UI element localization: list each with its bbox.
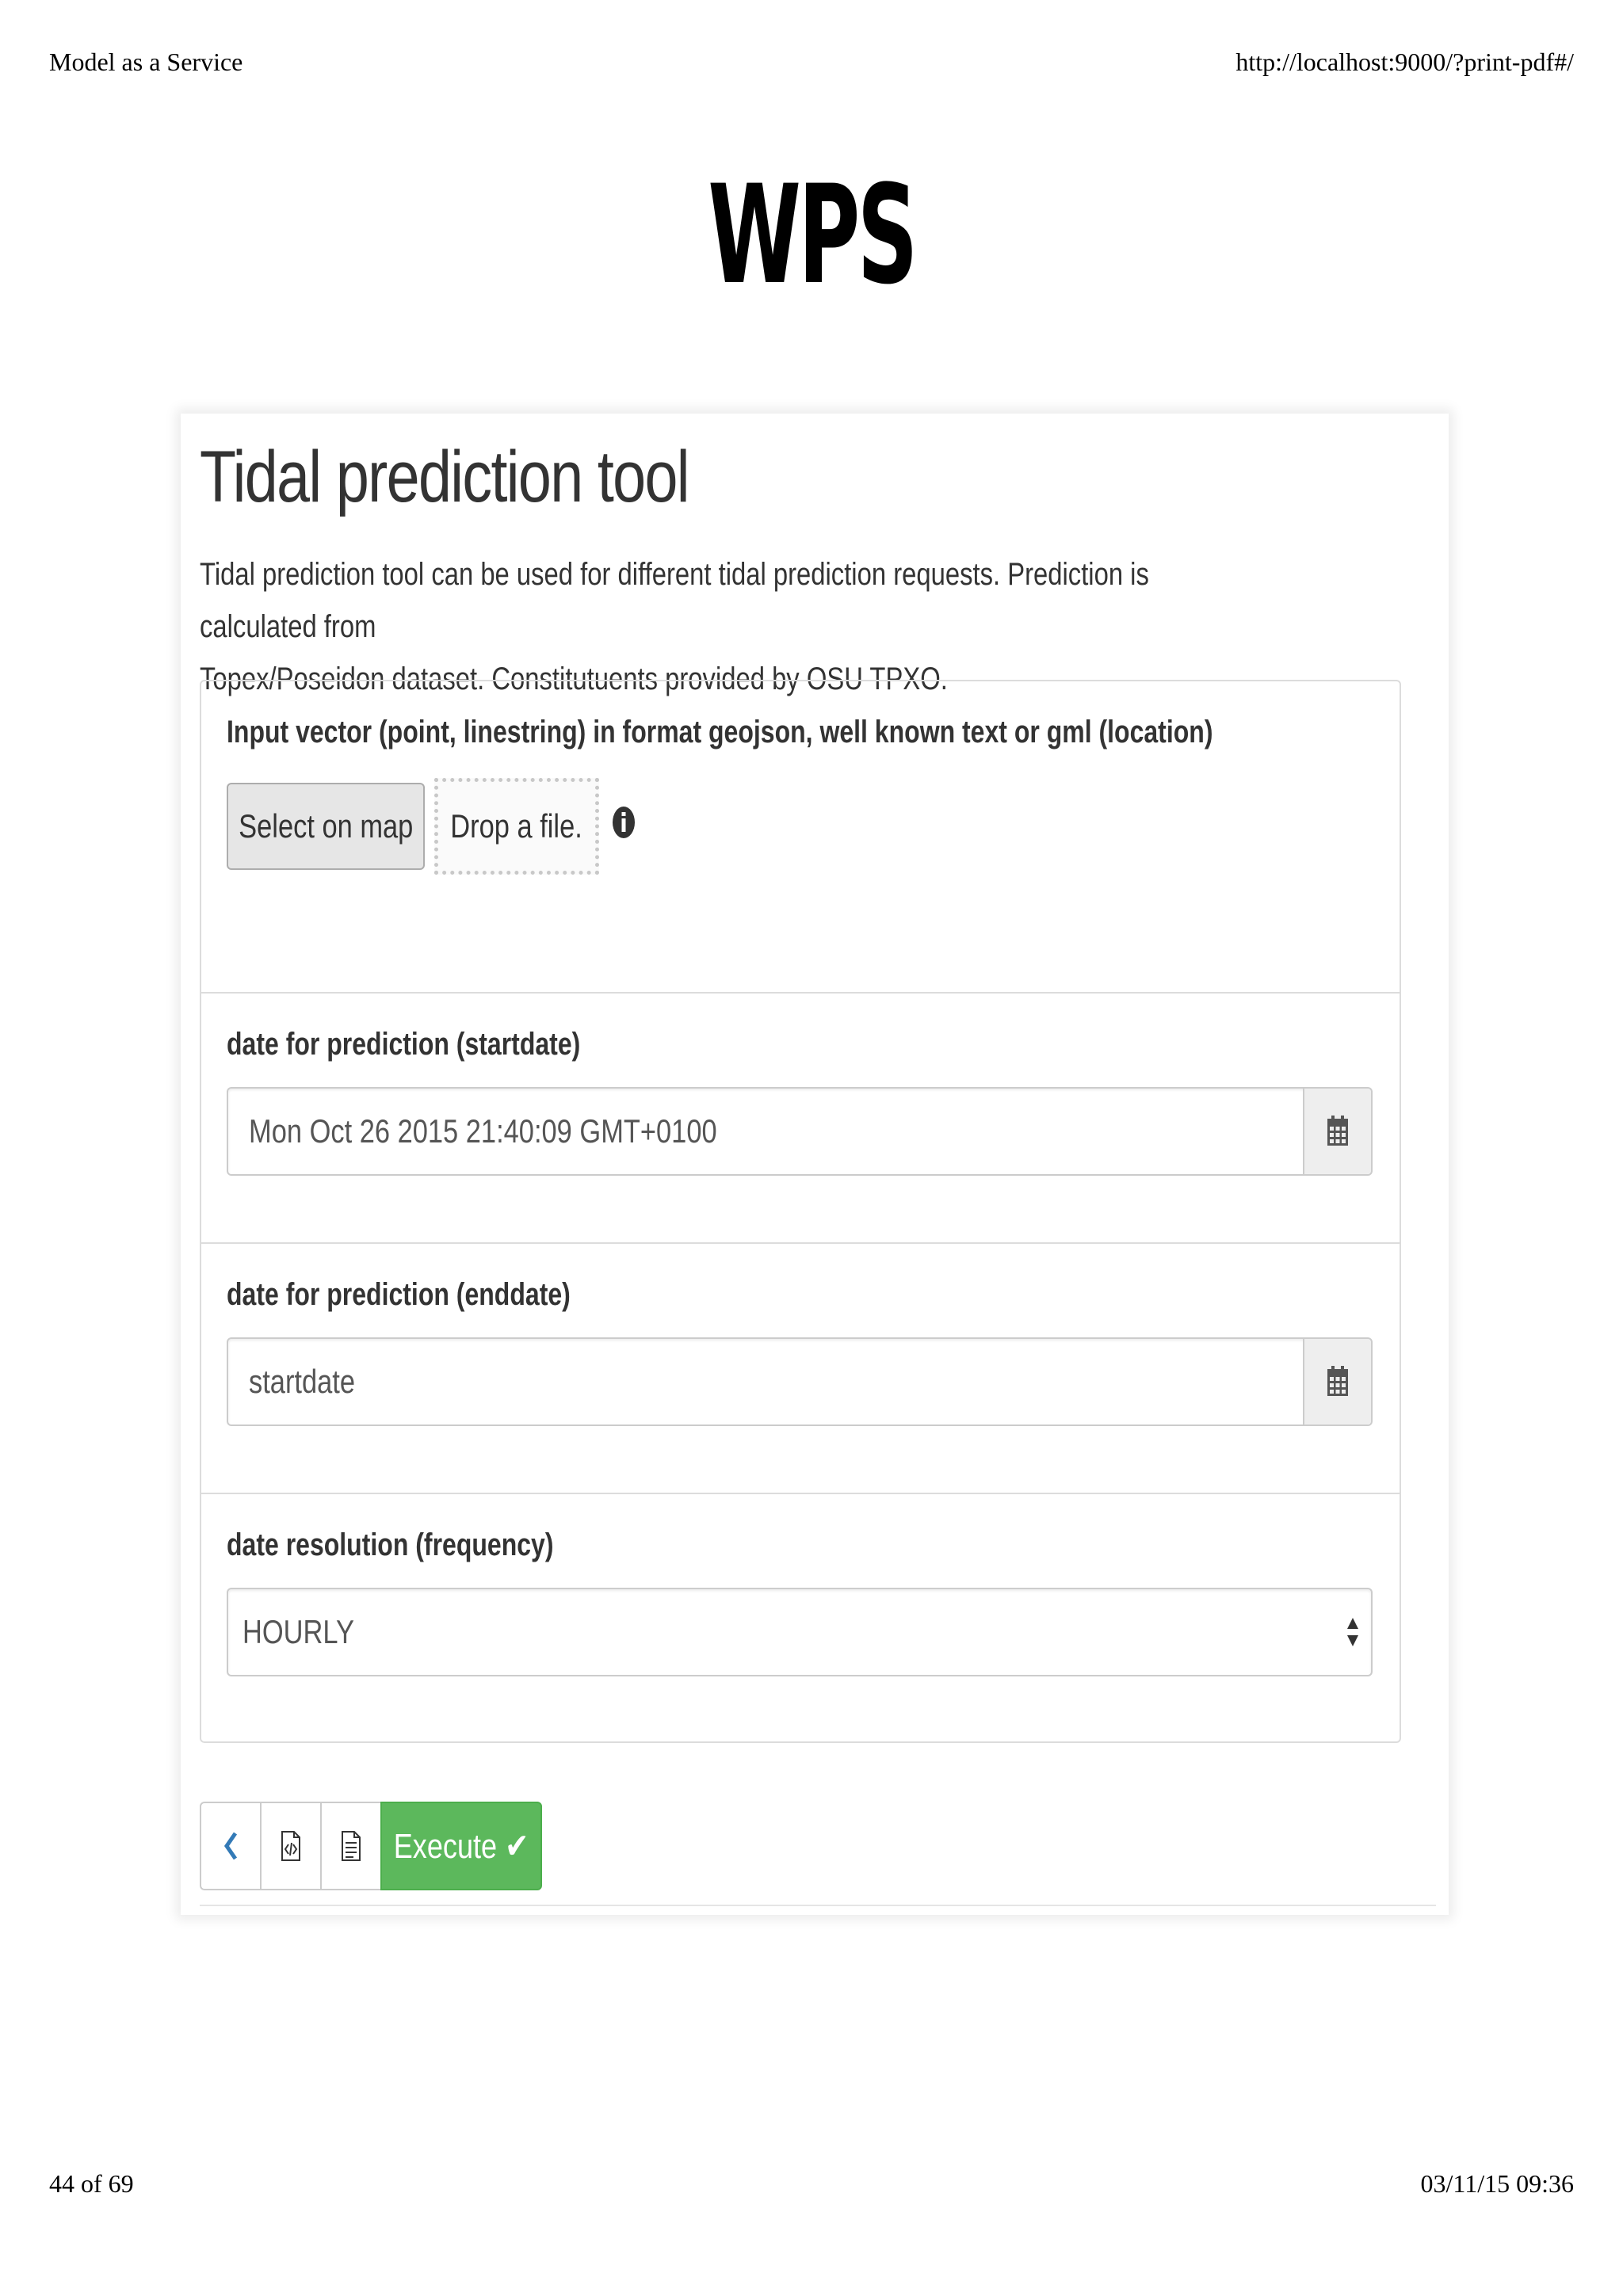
select-on-map-label: Select on map: [238, 807, 414, 845]
frequency-label: date resolution (frequency): [227, 1527, 554, 1562]
view-code-button[interactable]: [260, 1802, 322, 1890]
tool-screenshot: Tidal prediction tool Tidal prediction t…: [181, 414, 1449, 1915]
enddate-input[interactable]: startdate: [227, 1337, 1373, 1426]
slide-title: WPS: [708, 155, 918, 315]
form-panel: Input vector (point, linestring) in form…: [200, 680, 1401, 1743]
enddate-calendar-button[interactable]: [1303, 1339, 1371, 1425]
frequency-select[interactable]: HOURLY: [227, 1588, 1373, 1676]
print-header-url: http://localhost:9000/?print-pdf#/: [1235, 48, 1574, 76]
location-label: Input vector (point, linestring) in form…: [227, 715, 1213, 749]
tool-title: Tidal prediction tool: [200, 437, 690, 517]
divider: [200, 1905, 1436, 1906]
file-code-icon: [281, 1831, 300, 1861]
print-header-title: Model as a Service: [49, 48, 243, 76]
info-circle-icon[interactable]: [612, 805, 636, 840]
file-text-icon: [342, 1831, 361, 1861]
view-text-button[interactable]: [320, 1802, 382, 1890]
drop-file-label: Drop a file.: [450, 807, 583, 845]
frequency-selected: HOURLY: [242, 1613, 354, 1650]
back-button[interactable]: [200, 1802, 262, 1890]
print-footer-page: 44 of 69: [49, 2169, 134, 2198]
calendar-icon: [1327, 1116, 1348, 1146]
action-bar: Execute ✔: [200, 1802, 542, 1890]
calendar-icon: [1327, 1366, 1348, 1396]
enddate-placeholder: startdate: [249, 1363, 356, 1400]
execute-label: Execute ✔: [393, 1826, 529, 1866]
startdate-input[interactable]: Mon Oct 26 2015 21:40:09 GMT+0100: [227, 1087, 1373, 1176]
chevron-left-icon: [223, 1832, 238, 1860]
enddate-group: date for prediction (enddate) startdate: [201, 1244, 1400, 1494]
startdate-group: date for prediction (startdate) Mon Oct …: [201, 994, 1400, 1244]
frequency-group: date resolution (frequency) HOURLY: [201, 1494, 1400, 1741]
print-footer-datetime: 03/11/15 09:36: [1420, 2169, 1574, 2198]
select-arrows-icon: [1347, 1618, 1358, 1646]
select-on-map-button[interactable]: Select on map: [227, 783, 425, 870]
execute-button[interactable]: Execute ✔: [380, 1802, 542, 1890]
drop-file-zone[interactable]: Drop a file.: [434, 778, 599, 875]
startdate-value: Mon Oct 26 2015 21:40:09 GMT+0100: [249, 1112, 717, 1150]
startdate-label: date for prediction (startdate): [227, 1027, 581, 1062]
startdate-calendar-button[interactable]: [1303, 1089, 1371, 1174]
enddate-label: date for prediction (enddate): [227, 1277, 571, 1312]
location-group: Input vector (point, linestring) in form…: [201, 681, 1400, 994]
